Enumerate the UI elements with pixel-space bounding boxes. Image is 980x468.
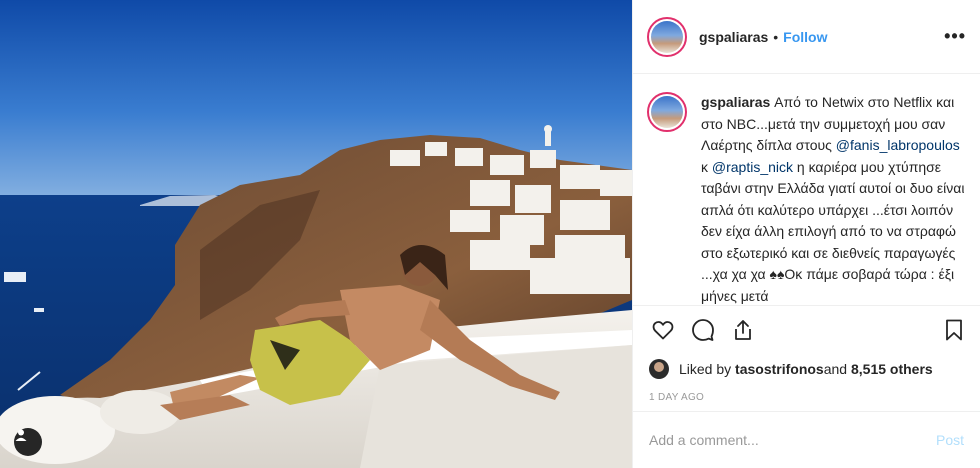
like-button[interactable]: [649, 316, 677, 344]
caption-part-3: η καριέρα μου χτύπησε ταβάνι στην Ελλάδα…: [701, 158, 965, 304]
mention-raptis[interactable]: @raptis_nick: [712, 159, 793, 175]
author-avatar[interactable]: [647, 16, 687, 57]
more-options-button[interactable]: •••: [944, 26, 966, 47]
instagram-post: gspaliaras • Follow ••• gspaliaras Από τ…: [0, 0, 980, 468]
heart-icon: [652, 321, 674, 340]
caption-part-2: κ: [701, 158, 712, 175]
caption-section: gspaliaras Από το Netwix στο Netflix και…: [633, 74, 980, 306]
action-bar: [633, 306, 980, 354]
comment-form: Post: [633, 412, 980, 468]
comment-icon: [692, 319, 714, 341]
likes-summary: Liked by tasostrifonos and 8,515 others: [633, 354, 980, 384]
post-panel: gspaliaras • Follow ••• gspaliaras Από τ…: [632, 0, 980, 468]
caption-avatar[interactable]: [647, 92, 687, 132]
user-tag-button[interactable]: [14, 428, 42, 456]
likes-count[interactable]: 8,515 others: [851, 361, 933, 377]
bookmark-icon: [946, 319, 962, 341]
author-username[interactable]: gspaliaras: [699, 29, 768, 45]
comment-button[interactable]: [689, 316, 717, 344]
mention-fanis[interactable]: @fanis_labropoulos: [836, 137, 960, 153]
post-header: gspaliaras • Follow •••: [633, 0, 980, 74]
post-timestamp[interactable]: 1 DAY AGO: [633, 384, 980, 412]
user-tag-icon: [15, 429, 27, 441]
liker-avatar[interactable]: [649, 359, 669, 379]
photo-illustration: [0, 0, 632, 468]
share-icon: [735, 320, 751, 340]
post-comment-button[interactable]: Post: [936, 432, 964, 448]
follow-button[interactable]: Follow: [783, 29, 827, 45]
caption-text: gspaliaras Από το Netwix στο Netflix και…: [701, 92, 966, 304]
post-photo[interactable]: [0, 0, 632, 468]
share-button[interactable]: [729, 316, 757, 344]
save-button[interactable]: [940, 316, 968, 344]
caption-username[interactable]: gspaliaras: [701, 94, 770, 110]
likes-middle: and: [823, 361, 848, 377]
likes-prefix: Liked by: [679, 361, 732, 377]
comment-input[interactable]: [649, 432, 936, 448]
liker-username[interactable]: tasostrifonos: [735, 361, 824, 377]
header-separator: •: [773, 28, 779, 45]
